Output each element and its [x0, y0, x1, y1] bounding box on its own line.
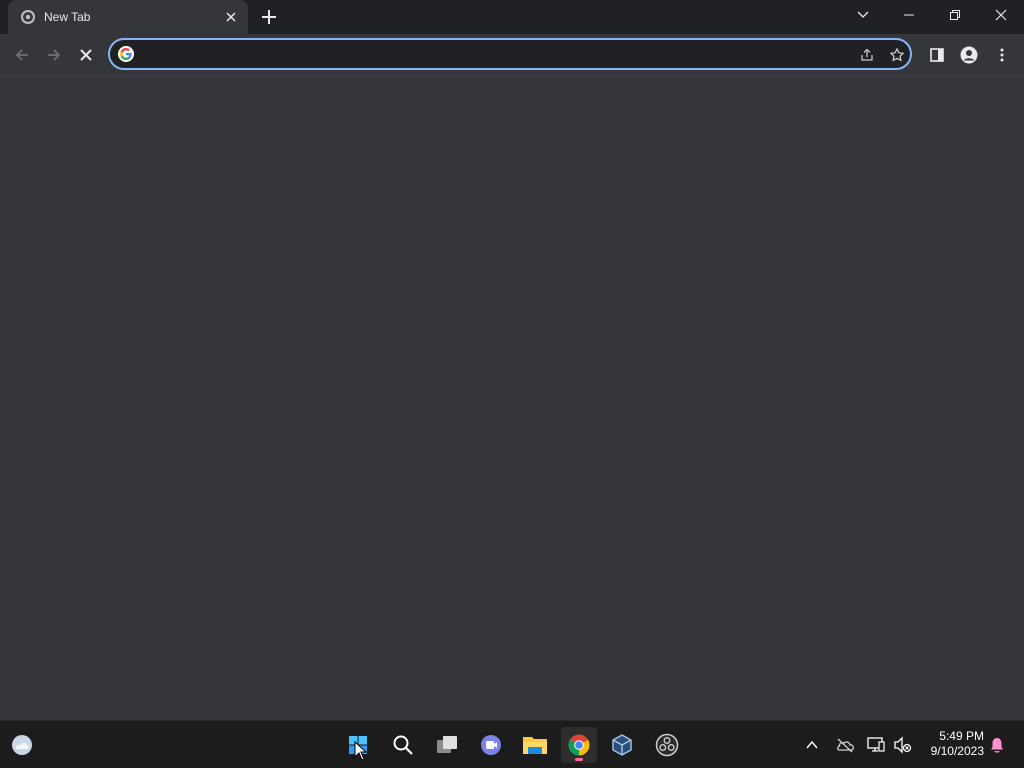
more-menu-icon[interactable]: [992, 45, 1012, 65]
mouse-cursor-icon: [354, 741, 368, 761]
tab-search-icon[interactable]: [840, 0, 886, 30]
side-panel-icon[interactable]: [927, 45, 947, 65]
clock-date: 9/10/2023: [930, 744, 984, 758]
network-icon[interactable]: [864, 733, 888, 757]
close-window-icon[interactable]: [978, 0, 1024, 30]
show-hidden-icons-icon[interactable]: [800, 733, 824, 757]
teams-icon[interactable]: [473, 727, 509, 763]
file-explorer-icon[interactable]: [517, 727, 553, 763]
tab-new-tab[interactable]: New Tab: [8, 0, 248, 34]
stop-loading-icon[interactable]: [76, 45, 96, 65]
minimize-icon[interactable]: [886, 0, 932, 30]
volume-muted-icon[interactable]: [891, 733, 915, 757]
close-tab-icon[interactable]: [223, 9, 239, 25]
system-clock[interactable]: 5:49 PM 9/10/2023: [916, 729, 984, 759]
new-tab-icon[interactable]: [260, 8, 278, 26]
tab-strip: New Tab: [0, 0, 1024, 34]
restore-icon[interactable]: [932, 0, 978, 30]
bookmark-star-icon[interactable]: [888, 46, 906, 64]
taskbar: 5:49 PM 9/10/2023: [0, 720, 1024, 768]
chrome-icon[interactable]: [561, 727, 597, 763]
forward-icon[interactable]: [44, 45, 64, 65]
virtualbox-icon[interactable]: [604, 727, 640, 763]
address-bar[interactable]: [108, 38, 912, 70]
page-content: [0, 77, 1024, 720]
google-icon: [118, 46, 134, 62]
clock-time: 5:49 PM: [939, 729, 984, 743]
tab-title: New Tab: [44, 10, 91, 24]
back-icon[interactable]: [12, 45, 32, 65]
widgets-icon[interactable]: [4, 727, 40, 763]
task-view-icon[interactable]: [429, 727, 465, 763]
onedrive-icon[interactable]: [833, 733, 857, 757]
active-app-indicator: [575, 758, 583, 761]
profile-avatar-icon[interactable]: [959, 45, 979, 65]
omnibox-input[interactable]: [142, 44, 836, 66]
search-icon[interactable]: [385, 727, 421, 763]
chrome-favicon-icon: [21, 10, 35, 24]
obs-icon[interactable]: [649, 727, 685, 763]
share-icon[interactable]: [858, 46, 876, 64]
browser-toolbar: [0, 34, 1024, 77]
notifications-icon[interactable]: [985, 733, 1009, 757]
